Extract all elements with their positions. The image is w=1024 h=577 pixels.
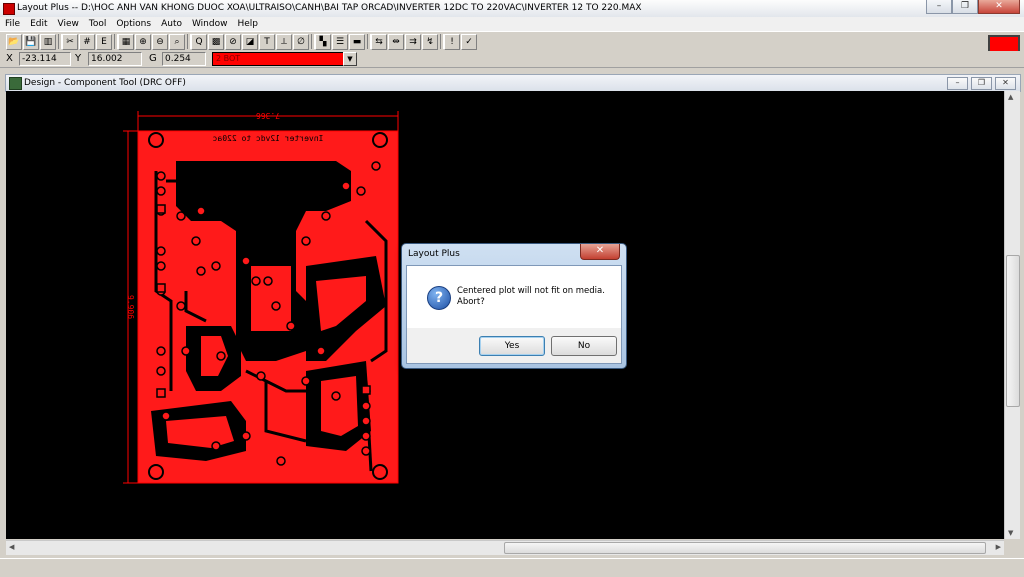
design-window-title: Design - Component Tool (DRC OFF) xyxy=(24,78,186,88)
scroll-down-icon[interactable]: ▼ xyxy=(1008,529,1013,537)
text-tool-icon[interactable]: T xyxy=(259,34,275,50)
menu-file[interactable]: File xyxy=(0,17,25,29)
menu-help[interactable]: Help xyxy=(232,17,263,29)
x-coordinate-field: -23.114 xyxy=(19,52,71,66)
chevron-down-icon[interactable]: ▼ xyxy=(343,52,357,66)
menu-edit[interactable]: Edit xyxy=(25,17,52,29)
horizontal-scrollbar[interactable]: ◀ ▶ xyxy=(6,540,1004,555)
layer-icon[interactable]: ☰ xyxy=(332,34,348,50)
error-icon[interactable]: ! xyxy=(444,34,460,50)
y-coordinate-field: 16.002 xyxy=(88,52,142,66)
menu-auto[interactable]: Auto xyxy=(156,17,187,29)
window-title-bar: Layout Plus -- D:\HOC ANH VAN KHONG DUOC… xyxy=(0,0,1024,18)
minimize-button[interactable]: – xyxy=(926,0,952,14)
query-icon[interactable]: # xyxy=(79,34,95,50)
horizontal-scroll-thumb[interactable] xyxy=(504,542,986,554)
dimension-tool-icon[interactable]: ⟂ xyxy=(276,34,292,50)
height-dimension-label: 9.906 xyxy=(126,295,135,319)
open-icon[interactable]: 📂 xyxy=(6,34,22,50)
zoom-in-icon[interactable]: ⊕ xyxy=(135,34,151,50)
query-window-icon[interactable]: Q xyxy=(191,34,207,50)
grid-label: G xyxy=(149,53,157,64)
scroll-right-icon[interactable]: ▶ xyxy=(996,543,1001,551)
app-icon xyxy=(3,3,15,15)
dialog-title: Layout Plus xyxy=(408,249,460,259)
design-window-title-bar: Design - Component Tool (DRC OFF) – ❐ ✕ xyxy=(5,74,1021,92)
width-dimension-label: 7.366 xyxy=(256,111,280,120)
dialog-message: Centered plot will not fit on media. Abo… xyxy=(457,286,605,307)
design-minimize-button[interactable]: – xyxy=(947,77,968,90)
confirm-dialog: Layout Plus ✕ ? Centered plot will not f… xyxy=(401,243,627,369)
design-close-button[interactable]: ✕ xyxy=(995,77,1016,90)
y-label: Y xyxy=(75,53,82,64)
menu-view[interactable]: View xyxy=(53,17,84,29)
component-tool-icon[interactable]: ⊘ xyxy=(225,34,241,50)
yes-button[interactable]: Yes xyxy=(479,336,545,356)
menu-options[interactable]: Options xyxy=(111,17,156,29)
board-silkscreen-text: Inverter 12vdc to 220ac xyxy=(212,134,323,143)
layer-select[interactable]: 2 BOT xyxy=(212,52,347,66)
scroll-up-icon[interactable]: ▲ xyxy=(1008,93,1013,101)
check-icon[interactable]: ✓ xyxy=(461,34,477,50)
save-icon[interactable]: 💾 xyxy=(23,34,39,50)
no-button[interactable]: No xyxy=(551,336,617,356)
design-window-icon xyxy=(9,77,22,90)
design-restore-button[interactable]: ❐ xyxy=(971,77,992,90)
status-bar xyxy=(0,558,1024,577)
x-label: X xyxy=(6,53,13,64)
main-toolbar: 📂 💾 ▥ ✂ # E ▦ ⊕ ⊖ ⌕ Q ▩ ⊘ ◪ T ⟂ ∅ ▚ ☰ ▬ ⇆ ⇹ ⇉ ↯! ✓ xyxy=(0,31,1024,52)
menu-tool[interactable]: Tool xyxy=(84,17,111,29)
zoom-out-icon[interactable]: ⊖ xyxy=(152,34,168,50)
color-icon[interactable]: ▚ xyxy=(315,34,331,50)
vertical-scrollbar[interactable]: ▲ ▼ xyxy=(1004,91,1020,539)
drc-icon[interactable]: ∅ xyxy=(293,34,309,50)
grid-icon[interactable]: ▩ xyxy=(208,34,224,50)
coordinate-bar: X -23.114 Y 16.002 G 0.254 2 BOT ▼ xyxy=(0,51,1024,68)
close-button[interactable]: ✕ xyxy=(978,0,1020,14)
dialog-body: ? Centered plot will not fit on media. A… xyxy=(406,265,622,329)
menu-bar: File Edit View Tool Options Auto Window … xyxy=(0,17,1024,31)
reports-icon[interactable]: ▥ xyxy=(40,34,56,50)
dialog-footer: Yes No xyxy=(406,328,622,364)
restore-button[interactable]: ❐ xyxy=(952,0,978,14)
edit-icon[interactable]: E xyxy=(96,34,112,50)
grid-value-field: 0.254 xyxy=(162,52,206,66)
scroll-left-icon[interactable]: ◀ xyxy=(9,543,14,551)
zoom-all-icon[interactable]: ⌕ xyxy=(169,34,185,50)
cut-icon[interactable]: ✂ xyxy=(62,34,78,50)
connect-icon[interactable]: ⇉ xyxy=(405,34,421,50)
route-icon[interactable]: ▬ xyxy=(349,34,365,50)
vertical-scroll-thumb[interactable] xyxy=(1006,255,1020,407)
window-title: Layout Plus -- D:\HOC ANH VAN KHONG DUOC… xyxy=(17,3,642,13)
spreadsheet-icon[interactable]: ▦ xyxy=(118,34,134,50)
question-icon: ? xyxy=(427,286,451,310)
menu-window[interactable]: Window xyxy=(187,17,233,29)
reconnect-icon[interactable]: ↯ xyxy=(422,34,438,50)
dialog-close-button[interactable]: ✕ xyxy=(580,244,620,260)
auto-route-icon[interactable]: ⇆ xyxy=(371,34,387,50)
shove-icon[interactable]: ⇹ xyxy=(388,34,404,50)
pad-tool-icon[interactable]: ◪ xyxy=(242,34,258,50)
